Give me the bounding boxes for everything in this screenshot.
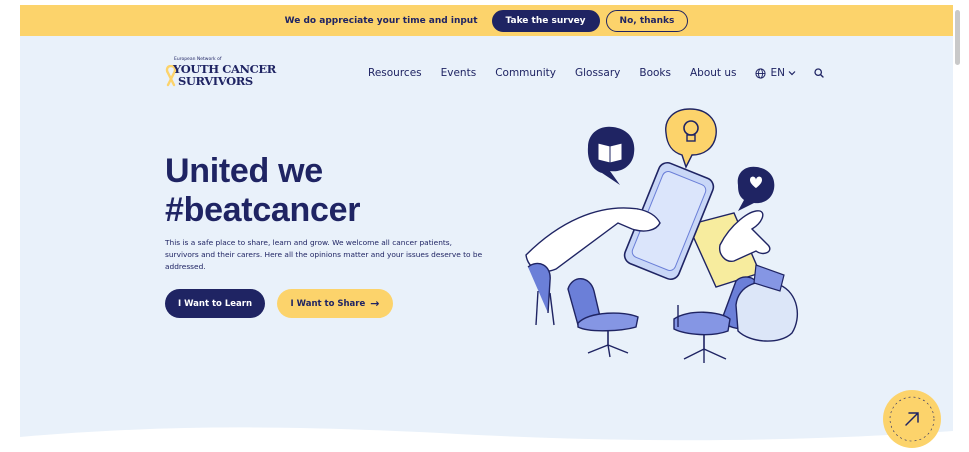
heart-bubble-icon xyxy=(737,166,775,211)
nav-item-events[interactable]: Events xyxy=(441,67,477,79)
hero-illustration xyxy=(525,108,799,363)
hero-title-line-1: United we xyxy=(165,152,323,190)
language-label: EN xyxy=(770,67,785,79)
language-selector[interactable]: EN xyxy=(755,67,796,79)
learn-button[interactable]: I Want to Learn xyxy=(165,289,265,318)
no-thanks-button[interactable]: No, thanks xyxy=(605,9,689,32)
survey-message: We do appreciate your time and input xyxy=(284,15,478,26)
page: We do appreciate your time and input Tak… xyxy=(20,5,953,452)
scrollbar[interactable] xyxy=(955,10,960,65)
share-button[interactable]: I Want to Share → xyxy=(277,289,393,318)
get-involved-button[interactable] xyxy=(882,389,942,449)
nav-item-community[interactable]: Community xyxy=(495,67,556,79)
arrow-right-icon: → xyxy=(370,297,380,310)
globe-icon xyxy=(755,67,767,79)
bottom-wave xyxy=(20,427,953,452)
nav-item-resources[interactable]: Resources xyxy=(368,67,422,79)
chair-left-icon xyxy=(527,262,639,358)
nav-item-about-us[interactable]: About us xyxy=(690,67,737,79)
hero-title-line-2: #beatcancer xyxy=(165,191,361,229)
search-icon[interactable] xyxy=(814,68,824,78)
chevron-down-icon xyxy=(788,71,796,76)
site-logo[interactable]: European Network of YOUTH CANCER SURVIVO… xyxy=(165,57,276,93)
book-bubble-icon xyxy=(587,126,635,185)
main-nav: Resources Events Community Glossary Book… xyxy=(368,67,824,79)
survey-banner: We do appreciate your time and input Tak… xyxy=(20,5,953,36)
hero-title: United we #beatcancer xyxy=(165,152,360,230)
lightbulb-bubble-icon xyxy=(665,108,717,169)
logo-line-2: SURVIVORS xyxy=(178,74,253,88)
share-button-label: I Want to Share xyxy=(290,298,366,309)
nav-item-glossary[interactable]: Glossary xyxy=(575,67,620,79)
nav-item-books[interactable]: Books xyxy=(639,67,671,79)
hero-description: This is a safe place to share, learn and… xyxy=(165,238,483,271)
take-survey-button[interactable]: Take the survey xyxy=(491,9,600,32)
